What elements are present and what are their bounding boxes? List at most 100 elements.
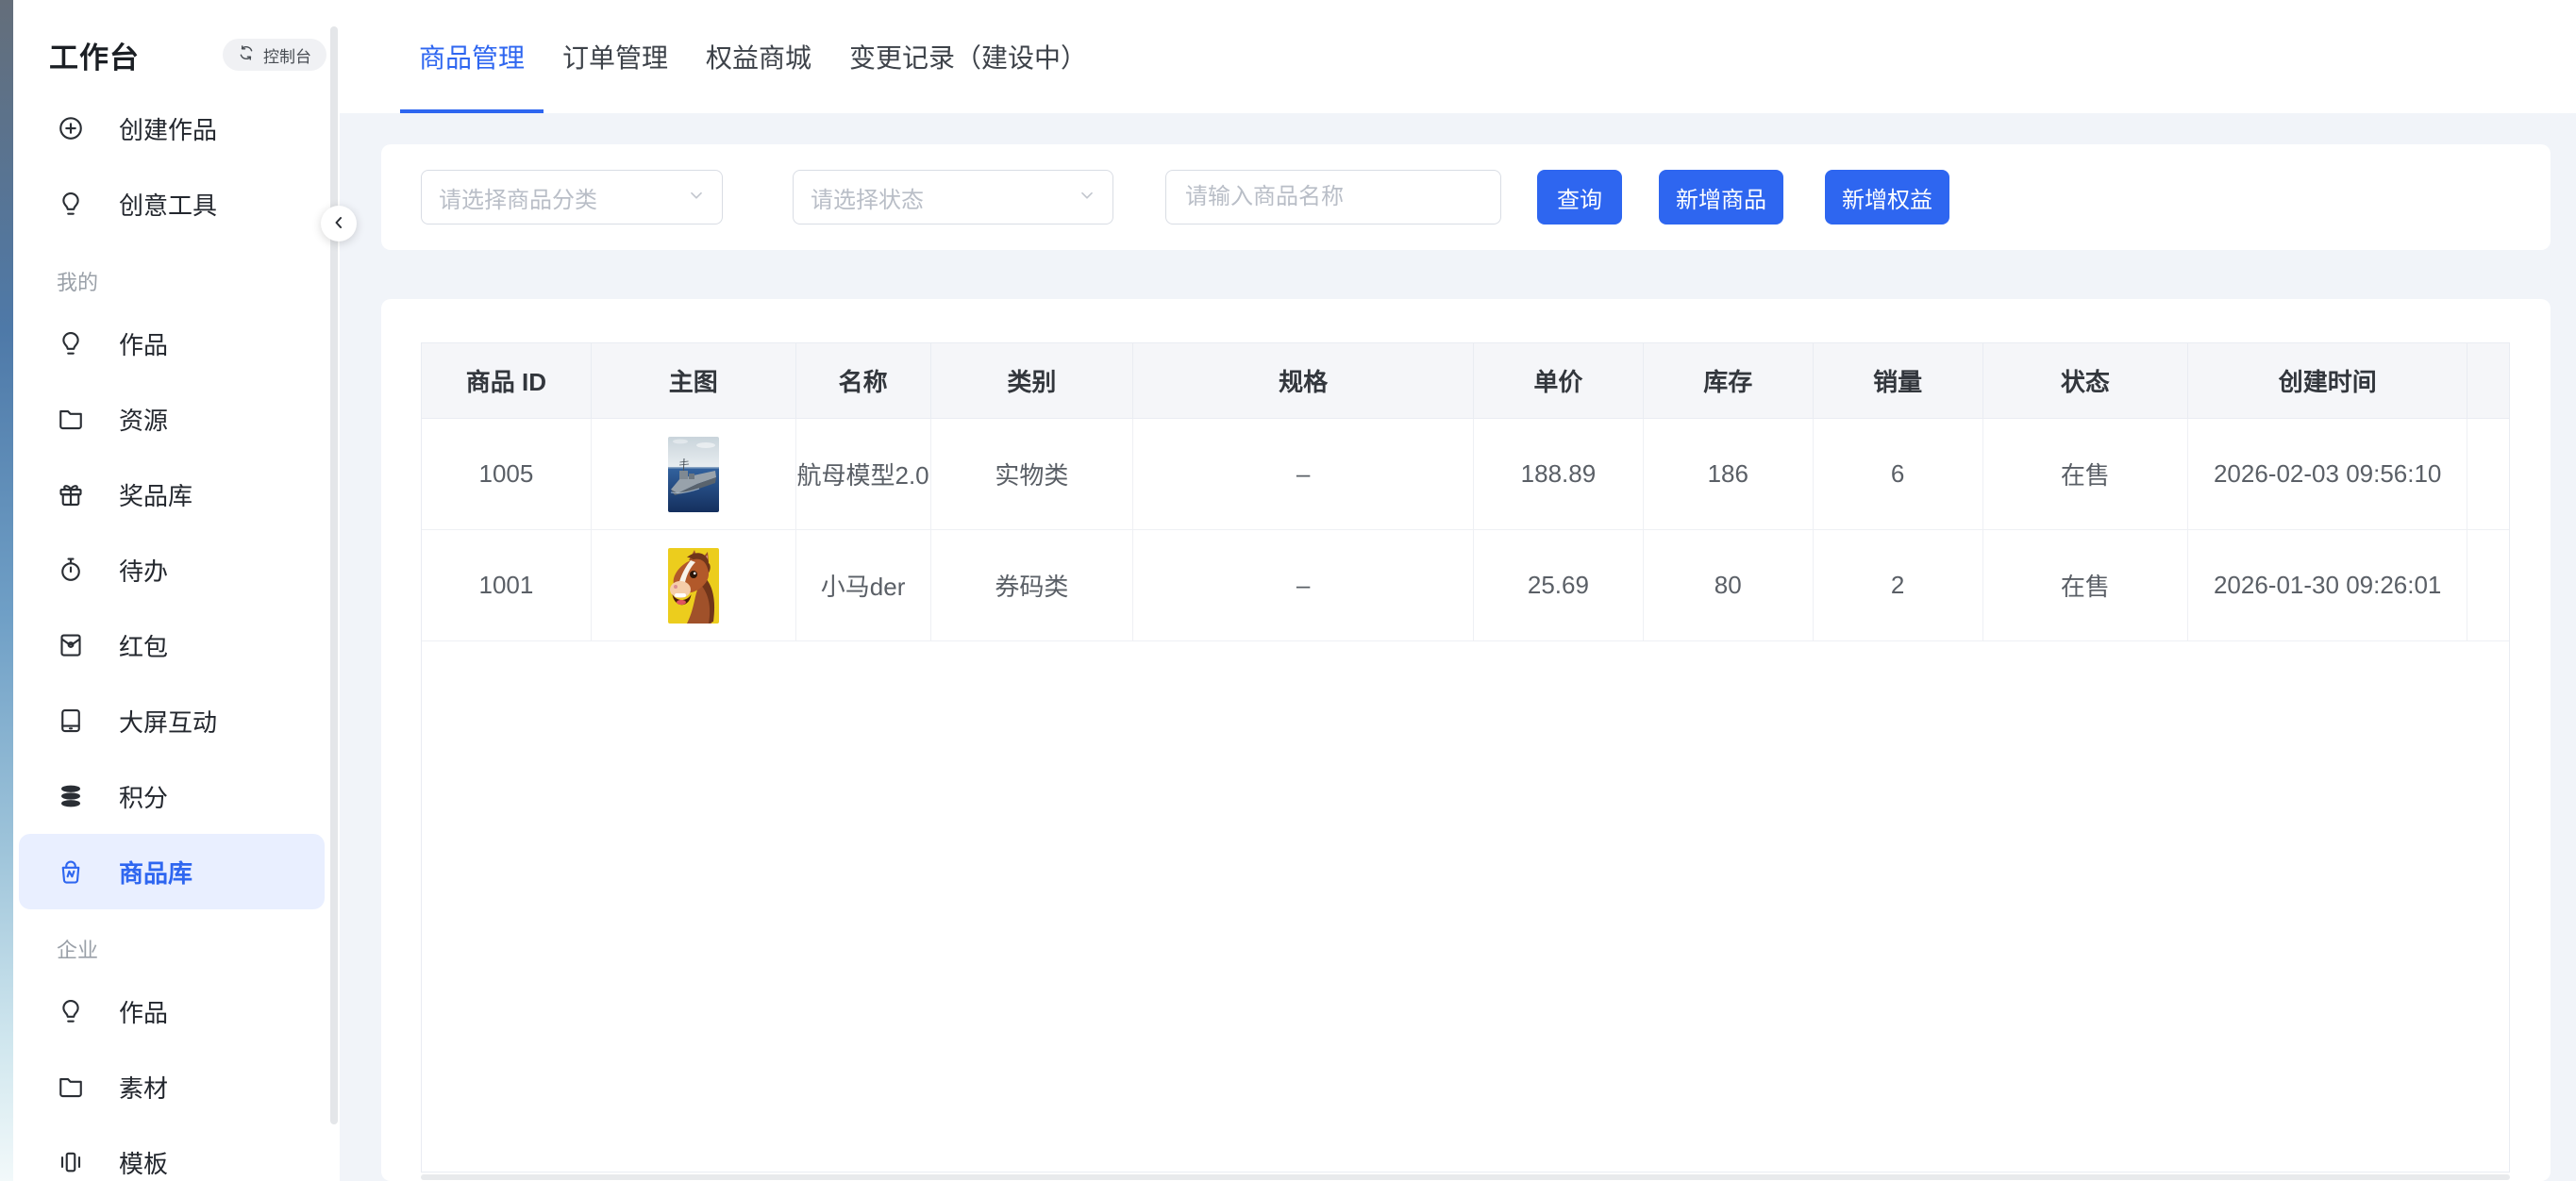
lightbulb-icon: [57, 997, 85, 1025]
filter-card: 请选择商品分类 请选择状态 查询 新增商品 新增权益: [381, 144, 2551, 250]
tab[interactable]: 权益商城: [687, 0, 830, 113]
table-horizontal-scrollbar[interactable]: [421, 1174, 2510, 1180]
tab[interactable]: 商品管理: [400, 0, 544, 113]
table-cell-spec: –: [1133, 530, 1474, 640]
background-gradient-strip: [0, 0, 13, 1181]
sidebar-item[interactable]: 待办: [19, 532, 325, 607]
table-header-cell: 类别: [931, 343, 1134, 418]
table-cell-spec: –: [1133, 419, 1474, 529]
sidebar-item[interactable]: 素材: [19, 1049, 325, 1124]
sidebar-item[interactable]: 创意工具: [19, 166, 325, 241]
folder-icon: [57, 1073, 85, 1101]
table-header-row: 商品 ID主图名称类别规格单价库存销量状态创建时间: [422, 343, 2509, 419]
console-badge-label: 控制台: [263, 43, 311, 67]
sidebar-item[interactable]: 积分: [19, 758, 325, 834]
product-name-input[interactable]: [1183, 183, 1485, 211]
table-header-cell: 单价: [1474, 343, 1644, 418]
table-cell-stock: 186: [1644, 419, 1814, 529]
table-header-cell: 商品 ID: [422, 343, 592, 418]
tab[interactable]: 变更记录（建设中）: [830, 0, 1106, 113]
horse-cartoon: [668, 548, 719, 624]
sidebar-item-label: 商品库: [119, 855, 192, 890]
add-benefit-button[interactable]: 新增权益: [1825, 170, 1949, 225]
sidebar-item[interactable]: 大屏互动: [19, 683, 325, 758]
table-cell-empty: [2467, 419, 2509, 529]
console-switch-badge[interactable]: 控制台: [223, 39, 326, 71]
sidebar-section-label: 我的: [13, 241, 340, 306]
status-select-placeholder: 请选择状态: [811, 181, 1077, 214]
table-header-cell: 状态: [1983, 343, 2189, 418]
category-select-placeholder: 请选择商品分类: [439, 181, 686, 214]
table-cell-id: 1001: [422, 530, 592, 640]
content-area: 请选择商品分类 请选择状态 查询 新增商品 新增权益: [340, 113, 2576, 1181]
workspace-title: 工作台: [49, 34, 140, 76]
tablet-icon: [57, 707, 85, 735]
sidebar-scrollbar[interactable]: [330, 26, 338, 1124]
product-image-cell: [592, 530, 796, 640]
chevron-left-icon: [329, 213, 348, 235]
table-card: 商品 ID主图名称类别规格单价库存销量状态创建时间1005 航母模型2.0实物类…: [381, 299, 2551, 1181]
lightbulb-icon: [57, 190, 85, 218]
status-select[interactable]: 请选择状态: [793, 170, 1113, 225]
folder-icon: [57, 405, 85, 433]
sidebar-item[interactable]: 红包: [19, 607, 325, 683]
sidebar-item-label: 红包: [119, 628, 168, 663]
top-tabs: 商品管理订单管理权益商城变更记录（建设中）: [340, 0, 2576, 113]
sidebar-item[interactable]: 资源: [19, 381, 325, 457]
table-cell-created: 2026-01-30 09:26:01: [2188, 530, 2467, 640]
main-area: 商品管理订单管理权益商城变更记录（建设中） 请选择商品分类 请选择状态: [340, 0, 2576, 1181]
sidebar-header: 工作台 控制台: [13, 32, 340, 77]
refresh-icon: [238, 44, 255, 66]
shop-bag-icon: [57, 857, 85, 886]
sidebar-item-label: 资源: [119, 402, 168, 437]
table-cell-empty: [2467, 530, 2509, 640]
table-cell-status: 在售: [1983, 530, 2189, 640]
sidebar-item[interactable]: 商品库: [19, 834, 325, 909]
sidebar-item-label: 积分: [119, 779, 168, 814]
table-row: 1001 小马der券码类–25.69802在售2026-01-30 09:26…: [422, 530, 2509, 641]
table-cell-created: 2026-02-03 09:56:10: [2188, 419, 2467, 529]
sidebar-item[interactable]: 作品: [19, 973, 325, 1049]
category-select[interactable]: 请选择商品分类: [421, 170, 723, 225]
table-header-cell: 名称: [796, 343, 931, 418]
sidebar-item[interactable]: 奖品库: [19, 457, 325, 532]
table-cell-category: 券码类: [931, 530, 1134, 640]
table-header-cell: 规格: [1133, 343, 1474, 418]
table-header-cell: 创建时间: [2188, 343, 2467, 418]
sidebar-nav: 创建作品创意工具我的作品资源奖品库待办红包大屏互动积分商品库企业作品素材模板: [13, 91, 340, 1181]
table-header-cell: 库存: [1644, 343, 1814, 418]
table-empty-area: [422, 641, 2509, 1172]
table-cell-id: 1005: [422, 419, 592, 529]
sidebar-item-label: 大屏互动: [119, 704, 217, 739]
sidebar-item[interactable]: 创建作品: [19, 91, 325, 166]
ship-photo: [668, 437, 719, 512]
sidebar-collapse-button[interactable]: [321, 206, 357, 241]
table-cell-name: 小马der: [796, 530, 931, 640]
chevron-down-icon: [1077, 185, 1097, 210]
chevron-down-icon: [686, 185, 707, 210]
sidebar-item[interactable]: 作品: [19, 306, 325, 381]
table-cell-status: 在售: [1983, 419, 2189, 529]
sidebar: 工作台 控制台 创建作品创意工具我的作品资源奖品库待办红包大屏互动积分商品库企业…: [13, 0, 340, 1181]
table-cell-name: 航母模型2.0: [796, 419, 931, 529]
stopwatch-icon: [57, 556, 85, 584]
product-image-cell: [592, 419, 796, 529]
table-header-cell: 销量: [1814, 343, 1983, 418]
tab[interactable]: 订单管理: [544, 0, 687, 113]
plus-circle-icon: [57, 114, 85, 142]
products-table: 商品 ID主图名称类别规格单价库存销量状态创建时间1005 航母模型2.0实物类…: [421, 342, 2510, 1173]
sidebar-item-label: 模板: [119, 1145, 168, 1180]
table-cell-price: 25.69: [1474, 530, 1644, 640]
sidebar-item-label: 创意工具: [119, 187, 217, 222]
sidebar-item[interactable]: 模板: [19, 1124, 325, 1181]
add-product-button[interactable]: 新增商品: [1659, 170, 1783, 225]
template-icon: [57, 1148, 85, 1176]
sidebar-item-label: 创建作品: [119, 111, 217, 146]
sidebar-item-label: 作品: [119, 326, 168, 361]
search-button[interactable]: 查询: [1537, 170, 1622, 225]
table-cell-price: 188.89: [1474, 419, 1644, 529]
app-root: 工作台 控制台 创建作品创意工具我的作品资源奖品库待办红包大屏互动积分商品库企业…: [0, 0, 2576, 1181]
sidebar-item-label: 素材: [119, 1070, 168, 1105]
table-cell-sales: 6: [1814, 419, 1983, 529]
coins-icon: [57, 782, 85, 810]
